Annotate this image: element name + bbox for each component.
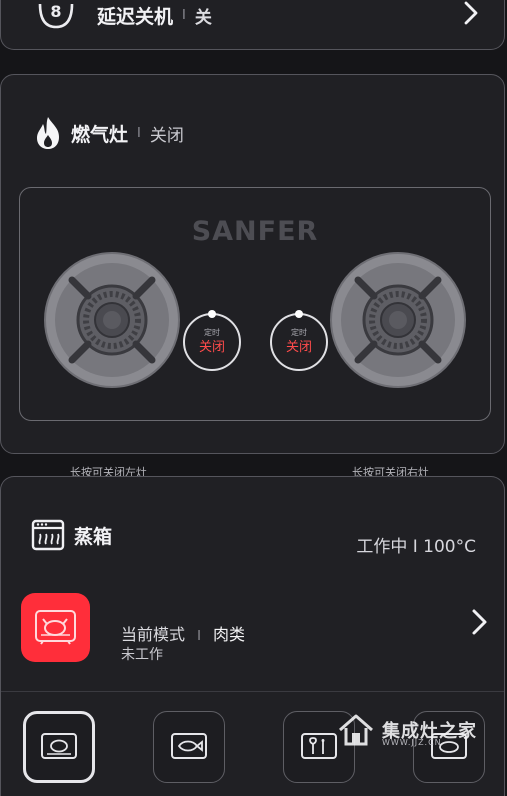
timer-dot — [295, 310, 303, 318]
steam-box-status: 工作中 I 100°C — [356, 537, 476, 557]
right-timer-button[interactable]: 定时 关闭 — [270, 310, 328, 371]
delay-off-row: 8 延迟关机 I 关 — [37, 0, 212, 30]
left-timer-state: 关闭 — [198, 340, 225, 355]
flame-icon — [33, 115, 63, 151]
delay-off-title: 延迟关机 — [97, 5, 174, 28]
brand-logo: SANFER — [191, 216, 319, 247]
divider — [1, 691, 504, 692]
delay-off-status: 关 — [194, 7, 212, 28]
house-icon — [336, 712, 376, 748]
steam-box-header: 蒸箱 — [31, 519, 112, 551]
chevron-right-icon[interactable] — [469, 607, 489, 641]
gas-stove-header: 燃气灶 I 关闭 — [33, 115, 184, 151]
meat-mode-button[interactable] — [23, 711, 95, 783]
left-timer-button[interactable]: 定时 关闭 — [183, 310, 241, 371]
timer-dot — [208, 310, 216, 318]
steam-oven-icon — [31, 519, 65, 551]
gas-stove-card: 燃气灶 I 关闭 SANFER 定时 关闭 定时 关闭 长按可关闭左灶 长按可关… — [0, 74, 505, 479]
current-mode-label: 当前模式 — [121, 625, 186, 644]
gas-stove-separator: I — [137, 125, 141, 141]
delay-off-card[interactable]: 8 延迟关机 I 关 — [0, 0, 505, 50]
watermark: 集成灶之家 WWW.JJZ.CN — [336, 712, 477, 748]
fish-mode-button[interactable] — [153, 711, 225, 783]
stove-panel: SANFER 定时 关闭 定时 关闭 长按可关闭左灶 长按可关闭右灶 — [19, 187, 491, 479]
steam-box-card: 蒸箱 工作中 I 100°C 当前模式 I 肉类 未工作 — [0, 476, 505, 796]
timer-8-icon: 8 — [37, 0, 75, 30]
chevron-right-icon[interactable] — [462, 0, 480, 30]
left-timer-label: 定时 — [204, 328, 220, 337]
gas-stove-title: 燃气灶 — [71, 123, 129, 146]
steam-box-title: 蒸箱 — [74, 525, 113, 548]
meat-mode-tile[interactable] — [21, 593, 90, 662]
right-timer-state: 关闭 — [285, 340, 312, 355]
svg-text:8: 8 — [50, 2, 61, 21]
delay-off-separator: I — [182, 7, 186, 23]
mode-separator: I — [197, 629, 201, 644]
watermark-url: WWW.JJZ.CN — [382, 738, 442, 747]
right-burner[interactable] — [328, 250, 468, 390]
right-timer-label: 定时 — [291, 328, 307, 337]
work-state: 未工作 — [121, 647, 163, 663]
current-mode-row: 当前模式 I 肉类 — [121, 621, 245, 645]
gas-stove-status: 关闭 — [149, 125, 184, 146]
left-burner[interactable] — [42, 250, 182, 390]
current-mode-value: 肉类 — [213, 625, 246, 644]
